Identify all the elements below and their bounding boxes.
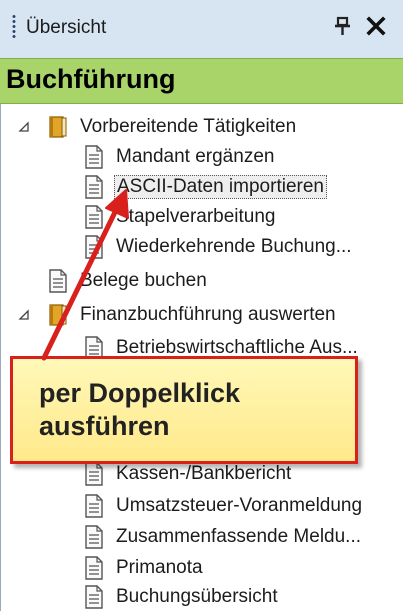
document-icon <box>84 494 104 518</box>
document-icon <box>84 525 104 549</box>
tree-item-label: Primanota <box>116 557 203 578</box>
tree-item-label: Kassen-/Bankbericht <box>116 463 292 484</box>
tree-item-label: Stapelverarbeitung <box>116 206 276 227</box>
section-title: Buchführung <box>6 64 176 94</box>
collapse-triangle-icon[interactable] <box>18 309 30 321</box>
tree-item-label: Mandant ergänzen <box>116 146 275 167</box>
folder-icon <box>48 115 68 139</box>
document-icon <box>48 269 68 293</box>
tree-item-label: Zusammenfassende Meldu... <box>116 526 362 547</box>
document-icon <box>84 462 104 486</box>
pin-icon[interactable] <box>332 14 354 38</box>
callout-line-2: ausführen <box>39 411 170 441</box>
tree-item-stapelverarbeitung[interactable]: Stapelverarbeitung <box>84 202 278 232</box>
tree-item-label: Finanzbuchführung auswerten <box>80 304 336 325</box>
document-icon <box>84 585 104 609</box>
tree-item-zusammenfassende-meldung[interactable]: Zusammenfassende Meldu... <box>84 522 363 552</box>
document-icon <box>84 235 104 259</box>
callout-line-1: per Doppelklick <box>39 378 241 408</box>
tree-item-primanota[interactable]: Primanota <box>84 553 205 583</box>
document-icon <box>84 556 104 580</box>
section-header[interactable]: Buchführung <box>0 58 403 104</box>
tree-item-label: Vorbereitende Tätigkeiten <box>80 116 297 137</box>
tree-item-label: Umsatzsteuer-Voranmeldung <box>116 495 363 516</box>
tree-item-label: Buchungsübersicht <box>116 586 278 607</box>
tree-item-belege-buchen[interactable]: Belege buchen <box>48 266 209 296</box>
document-icon <box>84 205 104 229</box>
tree-item-label: Wiederkehrende Buchung... <box>116 236 352 257</box>
document-icon <box>84 145 104 169</box>
tree-item-ascii-daten-importieren[interactable]: ASCII-Daten importieren <box>84 172 327 202</box>
drag-grip-icon[interactable] <box>12 14 16 40</box>
tree-item-label: ASCII-Daten importieren <box>114 175 327 199</box>
panel-title: Übersicht <box>26 17 107 38</box>
tree-folder-vorbereitende-taetigkeiten[interactable]: Vorbereitende Tätigkeiten <box>48 112 298 142</box>
close-icon[interactable] <box>364 14 388 38</box>
tree-item-label: Belege buchen <box>80 270 207 291</box>
callout-box: per Doppelklick ausführen <box>10 356 358 464</box>
tree-item-umsatzsteuer-voranmeldung[interactable]: Umsatzsteuer-Voranmeldung <box>84 491 364 521</box>
collapse-triangle-icon[interactable] <box>18 121 30 133</box>
tree-item-buchungsuebersicht[interactable]: Buchungsübersicht <box>84 582 280 612</box>
tree-item-wiederkehrende-buchung[interactable]: Wiederkehrende Buchung... <box>84 232 354 262</box>
folder-icon <box>48 303 68 327</box>
tree-folder-finanzbuchfuehrung-auswerten[interactable]: Finanzbuchführung auswerten <box>48 300 338 330</box>
callout-text: per Doppelklick ausführen <box>39 377 349 443</box>
document-icon <box>84 175 104 199</box>
panel-header: Übersicht <box>0 0 403 59</box>
tree-item-mandant-ergaenzen[interactable]: Mandant ergänzen <box>84 142 276 172</box>
